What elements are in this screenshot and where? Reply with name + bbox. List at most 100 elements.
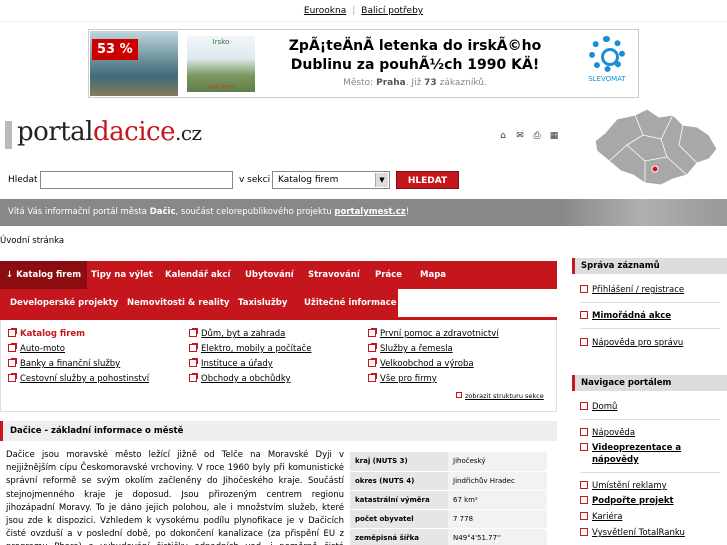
tab-tipy-na-vylet[interactable]: Tipy na výlet bbox=[91, 261, 153, 289]
discount-badge: 53 % bbox=[92, 39, 138, 60]
ad-headline[interactable]: ZpÃ¡teÄnÃ letenka do irskÃ©ho Dublinu za… bbox=[265, 37, 565, 75]
partner-logo-sub: your story bbox=[208, 84, 234, 90]
sidebar-help[interactable]: Nápověda bbox=[580, 428, 635, 438]
table-value: 7 778 bbox=[448, 509, 547, 529]
tab-ubytovani[interactable]: Ubytování bbox=[245, 261, 294, 289]
tab-prace[interactable]: Práce bbox=[375, 261, 402, 289]
link-arrow-icon bbox=[580, 338, 588, 346]
divider bbox=[580, 472, 720, 473]
show-structure-label: zobrazit strukturu sekce bbox=[465, 392, 544, 400]
welcome-strip: Vítá Vás informační portál města Dačic, … bbox=[0, 199, 727, 226]
search-label: Hledat bbox=[8, 175, 38, 185]
link-arrow-icon bbox=[368, 358, 377, 367]
tab-developerske-projekty[interactable]: Developerské projekty bbox=[10, 289, 118, 317]
print-icon[interactable]: ⎙ bbox=[531, 131, 543, 141]
sidebar-special-offer-label: Mimořádná akce bbox=[592, 311, 672, 321]
top-link-balici[interactable]: Balicí potřeby bbox=[355, 0, 429, 22]
sidebar-home[interactable]: Domů bbox=[580, 402, 617, 412]
sidebar-video[interactable]: Videoprezentace a bbox=[580, 443, 681, 453]
link-arrow-icon bbox=[580, 528, 588, 536]
info-heading: Dačice - základní informace o městě bbox=[0, 421, 557, 441]
link-arrow-icon bbox=[8, 343, 17, 352]
sidebar-totalrank[interactable]: Vysvětlení TotalRanku bbox=[580, 528, 685, 538]
search-button[interactable]: HLEDAT bbox=[396, 171, 459, 189]
table-row: okres (NUTS 4) Jindřichův Hradec bbox=[350, 471, 547, 491]
category-dum-byt[interactable]: Dům, byt a zahrada bbox=[201, 329, 285, 339]
link-arrow-icon bbox=[8, 328, 17, 337]
link-arrow-icon bbox=[368, 343, 377, 352]
ad-banner[interactable]: 53 % Irsko your story ZpÃ¡teÄnÃ letenka … bbox=[88, 29, 639, 98]
search-input[interactable] bbox=[40, 171, 233, 189]
breadcrumb[interactable]: Úvodní stránka bbox=[0, 236, 64, 246]
sidebar-ads-label: Umístění reklamy bbox=[592, 481, 667, 491]
link-arrow-icon bbox=[580, 311, 588, 319]
welcome-pre: Vítá Vás informační portál města bbox=[8, 207, 150, 217]
mail-icon[interactable]: ✉ bbox=[514, 131, 526, 141]
category-vse-pro-firmy[interactable]: Vše pro firmy bbox=[380, 374, 437, 384]
ad-sub-mid: . Již bbox=[405, 78, 422, 88]
sidebar-admin-help-label: Nápověda pro správu bbox=[592, 338, 684, 348]
home-icon[interactable]: ⌂ bbox=[497, 131, 509, 141]
category-sluzby[interactable]: Služby a řemesla bbox=[380, 344, 453, 354]
top-link-eurookna[interactable]: Eurookna bbox=[298, 0, 352, 22]
logo-part3: .cz bbox=[174, 121, 202, 145]
category-cestovni[interactable]: Cestovní služby a pohostinství bbox=[20, 374, 149, 384]
category-prvni-pomoc[interactable]: První pomoc a zdravotnictví bbox=[380, 329, 499, 339]
tab-kalendar-akci[interactable]: Kalendář akcí bbox=[165, 261, 230, 289]
sidebar-video-line2[interactable]: nápovědy bbox=[592, 455, 639, 465]
divider bbox=[580, 328, 720, 329]
category-column-1: Katalog firem Auto-moto Banky a finanční… bbox=[8, 328, 149, 389]
table-key: okres (NUTS 4) bbox=[350, 471, 448, 491]
sidebar-support-label: Podpořte projekt bbox=[592, 496, 674, 506]
sidebar-help-label: Nápověda bbox=[592, 428, 636, 438]
link-arrow-icon bbox=[456, 392, 462, 398]
tool-icons: ⌂ ✉ ⎙ ▦ bbox=[497, 131, 565, 141]
section-select[interactable]: Katalog firem ▼ bbox=[272, 171, 390, 189]
navigation-heading: Navigace portálem bbox=[572, 375, 727, 391]
category-elektro[interactable]: Elektro, mobily a počítače bbox=[201, 344, 311, 354]
category-banky[interactable]: Banky a finanční služby bbox=[20, 359, 120, 369]
link-arrow-icon bbox=[189, 343, 198, 352]
tab-mapa[interactable]: Mapa bbox=[420, 261, 446, 289]
link-arrow-icon bbox=[8, 358, 17, 367]
chevron-down-icon: ▼ bbox=[375, 173, 388, 187]
category-katalog-firem[interactable]: Katalog firem bbox=[20, 329, 85, 339]
category-auto-moto[interactable]: Auto-moto bbox=[20, 344, 65, 354]
info-table: kraj (NUTS 3) Jihočeský okres (NUTS 4) Jin… bbox=[350, 452, 547, 545]
show-structure-link[interactable]: zobrazit strukturu sekce bbox=[456, 392, 544, 400]
welcome-project-link[interactable]: portalymest.cz bbox=[334, 207, 405, 217]
partner-logo: Irsko your story bbox=[187, 36, 255, 92]
sidebar-home-label: Domů bbox=[592, 402, 618, 412]
category-instituce[interactable]: Instituce a úřady bbox=[201, 359, 273, 369]
map-icon[interactable]: ▦ bbox=[548, 131, 560, 141]
tab-stravovani[interactable]: Stravování bbox=[308, 261, 360, 289]
sidebar-admin-help[interactable]: Nápověda pro správu bbox=[580, 338, 683, 348]
czech-region-map[interactable] bbox=[587, 105, 723, 190]
table-row: počet obyvatel 7 778 bbox=[350, 509, 547, 529]
slevomat-logo[interactable]: SLEVOMAT bbox=[580, 34, 634, 94]
link-arrow-icon bbox=[189, 358, 198, 367]
logo-bar bbox=[5, 121, 12, 149]
sidebar-video-label: Videoprezentace a bbox=[592, 443, 682, 453]
main-nav-row2: Developerské projekty Nemovitosti & real… bbox=[0, 289, 398, 317]
tab-nemovitosti[interactable]: Nemovitosti & reality bbox=[127, 289, 229, 317]
category-obchody[interactable]: Obchody a obchůdky bbox=[201, 374, 290, 384]
category-velkoobchod[interactable]: Velkoobchod a výroba bbox=[380, 359, 474, 369]
tab-taxisluzby[interactable]: Taxislužby bbox=[238, 289, 287, 317]
tab-katalog-firem[interactable]: ↓ Katalog firem bbox=[0, 261, 88, 289]
info-paragraph: Dačice jsou moravské město ležící jižně … bbox=[6, 450, 344, 545]
table-value: N49°4'51.77'' bbox=[448, 528, 547, 545]
sidebar-login[interactable]: Přihlášení / registrace bbox=[580, 285, 684, 295]
table-key: katastrální výměra bbox=[350, 490, 448, 510]
category-column-2: Dům, byt a zahrada Elektro, mobily a poč… bbox=[189, 328, 311, 389]
sidebar-special-offer[interactable]: Mimořádná akce bbox=[580, 311, 671, 321]
tab-uzitecne-informace[interactable]: Užitečné informace bbox=[304, 289, 397, 317]
sidebar-ads[interactable]: Umístění reklamy bbox=[580, 481, 667, 491]
logo-part1: portal bbox=[17, 117, 94, 147]
link-arrow-icon bbox=[368, 373, 377, 382]
sidebar-career[interactable]: Kariéra bbox=[580, 512, 622, 522]
link-arrow-icon bbox=[580, 285, 588, 293]
records-heading: Správa záznamů bbox=[572, 258, 727, 274]
sidebar-support[interactable]: Podpořte projekt bbox=[580, 496, 674, 506]
ad-sub-city: Praha bbox=[376, 78, 406, 88]
